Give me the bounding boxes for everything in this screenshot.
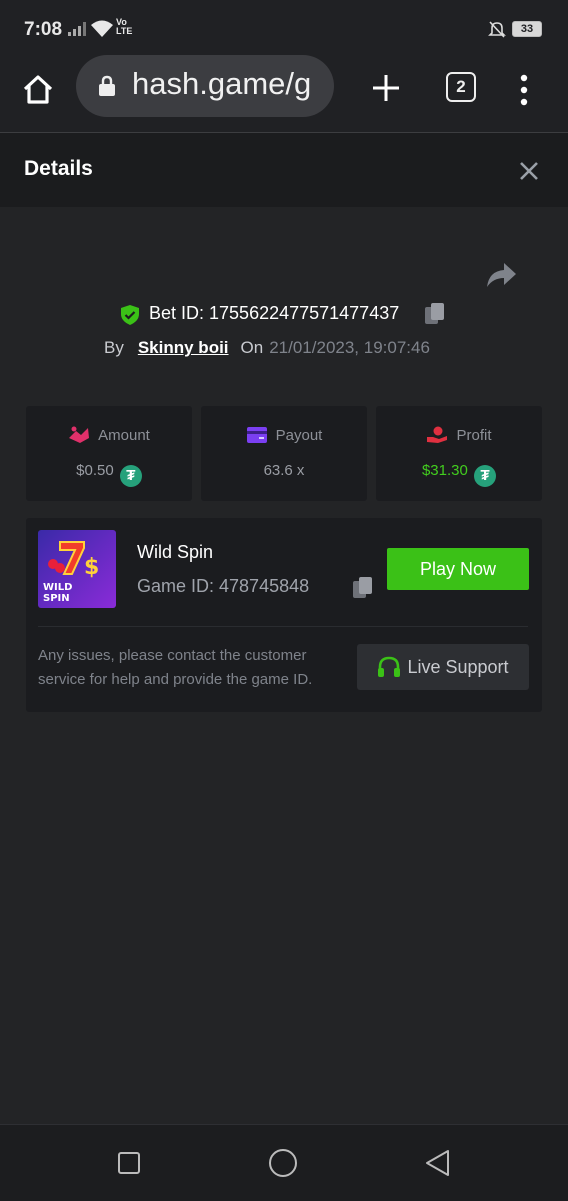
bet-meta: By Skinny boii On 21/01/2023, 19:07:46 — [104, 338, 430, 358]
amount-card: Amount $0.50 ₮ — [26, 406, 192, 501]
wallet-icon — [246, 427, 267, 443]
volte-indicator: Vo LTE — [116, 17, 133, 36]
menu-dots-icon[interactable] — [512, 70, 536, 110]
page-title: Details — [24, 157, 93, 180]
amount-label: Amount — [98, 427, 150, 444]
game-card: $ WILD SPIN Wild Spin Game ID: 478745848… — [26, 518, 542, 712]
profit-icon — [427, 426, 448, 443]
play-now-button[interactable]: Play Now — [387, 548, 529, 590]
close-icon[interactable] — [515, 157, 543, 185]
game-name: Wild Spin — [137, 542, 214, 562]
recents-icon[interactable] — [113, 1147, 145, 1179]
copy-icon[interactable] — [424, 302, 446, 326]
amount-value: $0.50 — [76, 462, 114, 479]
headset-icon — [378, 656, 401, 677]
profit-value: $31.30 — [421, 462, 468, 479]
address-bar[interactable]: hash.game/g — [76, 55, 334, 117]
tether-icon: ₮ — [119, 465, 142, 487]
lock-icon — [99, 75, 115, 96]
copy-icon[interactable] — [352, 576, 374, 600]
bet-date: 21/01/2023, 19:07:46 — [269, 338, 430, 357]
browser-toolbar: hash.game/g 2 — [0, 55, 568, 133]
svg-text:$: $ — [84, 555, 99, 580]
profit-label: Profit — [456, 427, 492, 444]
status-time: 7:08 — [24, 19, 63, 40]
username-link[interactable]: Skinny boii — [138, 338, 229, 357]
thumb-text-2: SPIN — [43, 593, 70, 604]
issues-text: Any issues, please contact the customer … — [38, 647, 313, 688]
home-icon[interactable] — [18, 70, 58, 110]
payout-card: Payout 63.6 x — [201, 406, 367, 501]
details-header: Details — [0, 133, 568, 207]
signal-icon — [68, 22, 86, 36]
tab-count-button[interactable]: 2 — [446, 72, 476, 102]
home-circle-icon[interactable] — [267, 1147, 299, 1179]
game-id: Game ID: 478745848 — [137, 576, 310, 596]
game-thumbnail[interactable]: $ WILD SPIN — [38, 530, 116, 608]
divider — [38, 626, 528, 627]
status-bar: 7:08 Vo LTE 33 — [0, 0, 568, 58]
share-icon[interactable] — [484, 260, 518, 290]
shield-check-icon — [121, 305, 139, 325]
on-label: On — [240, 338, 264, 357]
bell-off-icon — [488, 21, 506, 38]
payout-value: 63.6 x — [263, 462, 305, 479]
back-icon[interactable] — [422, 1147, 454, 1179]
bet-id-row: Bet ID: 1755622477571477437 — [0, 300, 568, 328]
live-support-label: Live Support — [407, 657, 509, 677]
android-nav-bar — [0, 1124, 568, 1201]
thumb-text-1: WILD — [43, 582, 72, 593]
profit-card: Profit $31.30 ₮ — [376, 406, 542, 501]
plus-icon[interactable] — [366, 68, 406, 108]
url-text: hash.game/g — [132, 66, 312, 101]
by-label: By — [104, 338, 124, 357]
battery-icon: 33 — [512, 21, 542, 37]
payout-label: Payout — [275, 427, 323, 444]
tether-icon: ₮ — [474, 465, 497, 487]
wifi-icon — [91, 20, 113, 37]
bet-id: Bet ID: 1755622477571477437 — [149, 303, 400, 323]
amount-icon — [69, 426, 90, 443]
live-support-button[interactable]: Live Support — [357, 644, 529, 690]
